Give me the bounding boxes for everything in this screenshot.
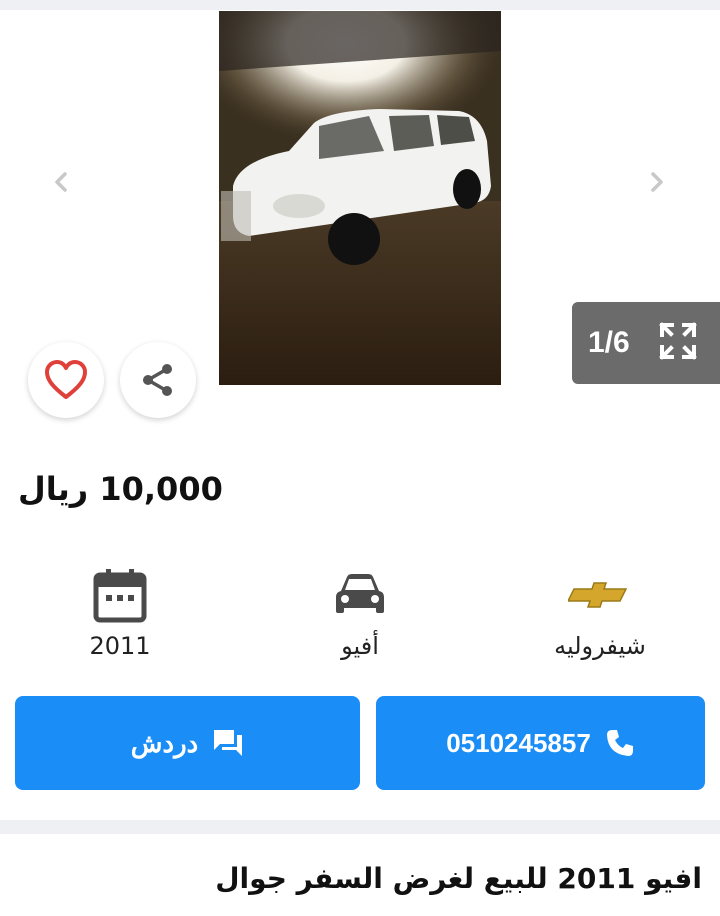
phone-icon (605, 728, 635, 758)
chevron-left-icon (55, 172, 67, 192)
next-image-button[interactable] (636, 162, 676, 202)
share-icon (143, 364, 172, 396)
share-button[interactable] (120, 342, 196, 418)
section-divider (0, 820, 720, 834)
heart-icon (45, 360, 87, 399)
fullscreen-icon (658, 321, 698, 365)
call-button[interactable]: 0510245857 (376, 696, 705, 790)
image-counter-fullscreen-button[interactable]: 1/6 (572, 302, 720, 384)
car-photo-image (219, 11, 501, 385)
previous-image-button[interactable] (42, 162, 82, 202)
chevrolet-logo (568, 582, 628, 608)
chevron-right-icon (651, 172, 663, 192)
spec-year: 2011 (20, 560, 220, 660)
chat-button[interactable]: دردش (15, 696, 360, 790)
spec-year-label: 2011 (89, 632, 151, 660)
phone-number: 0510245857 (446, 727, 591, 758)
top-bar (0, 0, 720, 10)
favorite-button[interactable] (28, 342, 104, 418)
listing-title: افيو 2011 للبيع لغرض السفر جوال (215, 862, 702, 895)
spec-make-label: شيفروليه (554, 632, 646, 660)
chat-icon (212, 728, 244, 758)
calendar-icon (93, 569, 147, 623)
image-counter: 1/6 (588, 326, 630, 359)
price: 10,000 ريال (18, 470, 223, 508)
spec-make: شيفروليه (500, 560, 700, 660)
car-icon (336, 574, 384, 613)
image-gallery[interactable]: 1/6 (0, 10, 720, 410)
spec-row: 2011 أفيو شيفروليه (0, 560, 720, 680)
spec-model-label: أفيو (341, 632, 379, 660)
chat-button-label: دردش (130, 727, 199, 758)
spec-model: أفيو (260, 560, 460, 660)
listing-photo[interactable] (219, 11, 501, 385)
